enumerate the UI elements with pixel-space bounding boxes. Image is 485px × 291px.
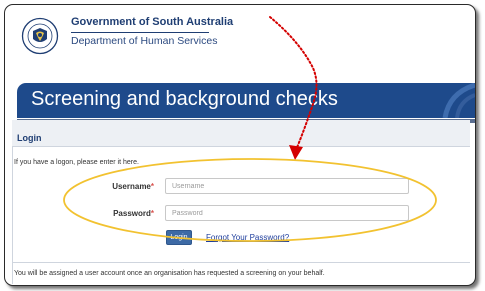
- password-label: Password*: [113, 209, 154, 218]
- footer-note: You will be assigned a user account once…: [14, 270, 325, 277]
- username-input[interactable]: [165, 178, 409, 194]
- footer-divider: [12, 262, 470, 263]
- login-button[interactable]: Login: [166, 230, 192, 245]
- page-title: Screening and background checks: [31, 88, 338, 110]
- gov-title: Government of South Australia: [71, 16, 234, 28]
- required-marker: *: [150, 182, 154, 191]
- login-intro-text: If you have a logon, please enter it her…: [14, 159, 139, 166]
- password-input[interactable]: [165, 205, 409, 221]
- header-divider: [71, 32, 209, 33]
- username-label: Username*: [112, 182, 154, 191]
- forgot-password-link[interactable]: Forgot Your Password?: [206, 233, 289, 242]
- login-panel-header: Login: [12, 120, 470, 147]
- banner-swoosh-icon: [442, 83, 475, 118]
- dept-title: Department of Human Services: [71, 35, 218, 47]
- required-marker: *: [150, 209, 154, 218]
- page-banner: Screening and background checks: [17, 83, 475, 118]
- crest-logo-icon: [21, 17, 59, 55]
- panel-border: [12, 146, 13, 284]
- login-section-title: Login: [17, 133, 42, 143]
